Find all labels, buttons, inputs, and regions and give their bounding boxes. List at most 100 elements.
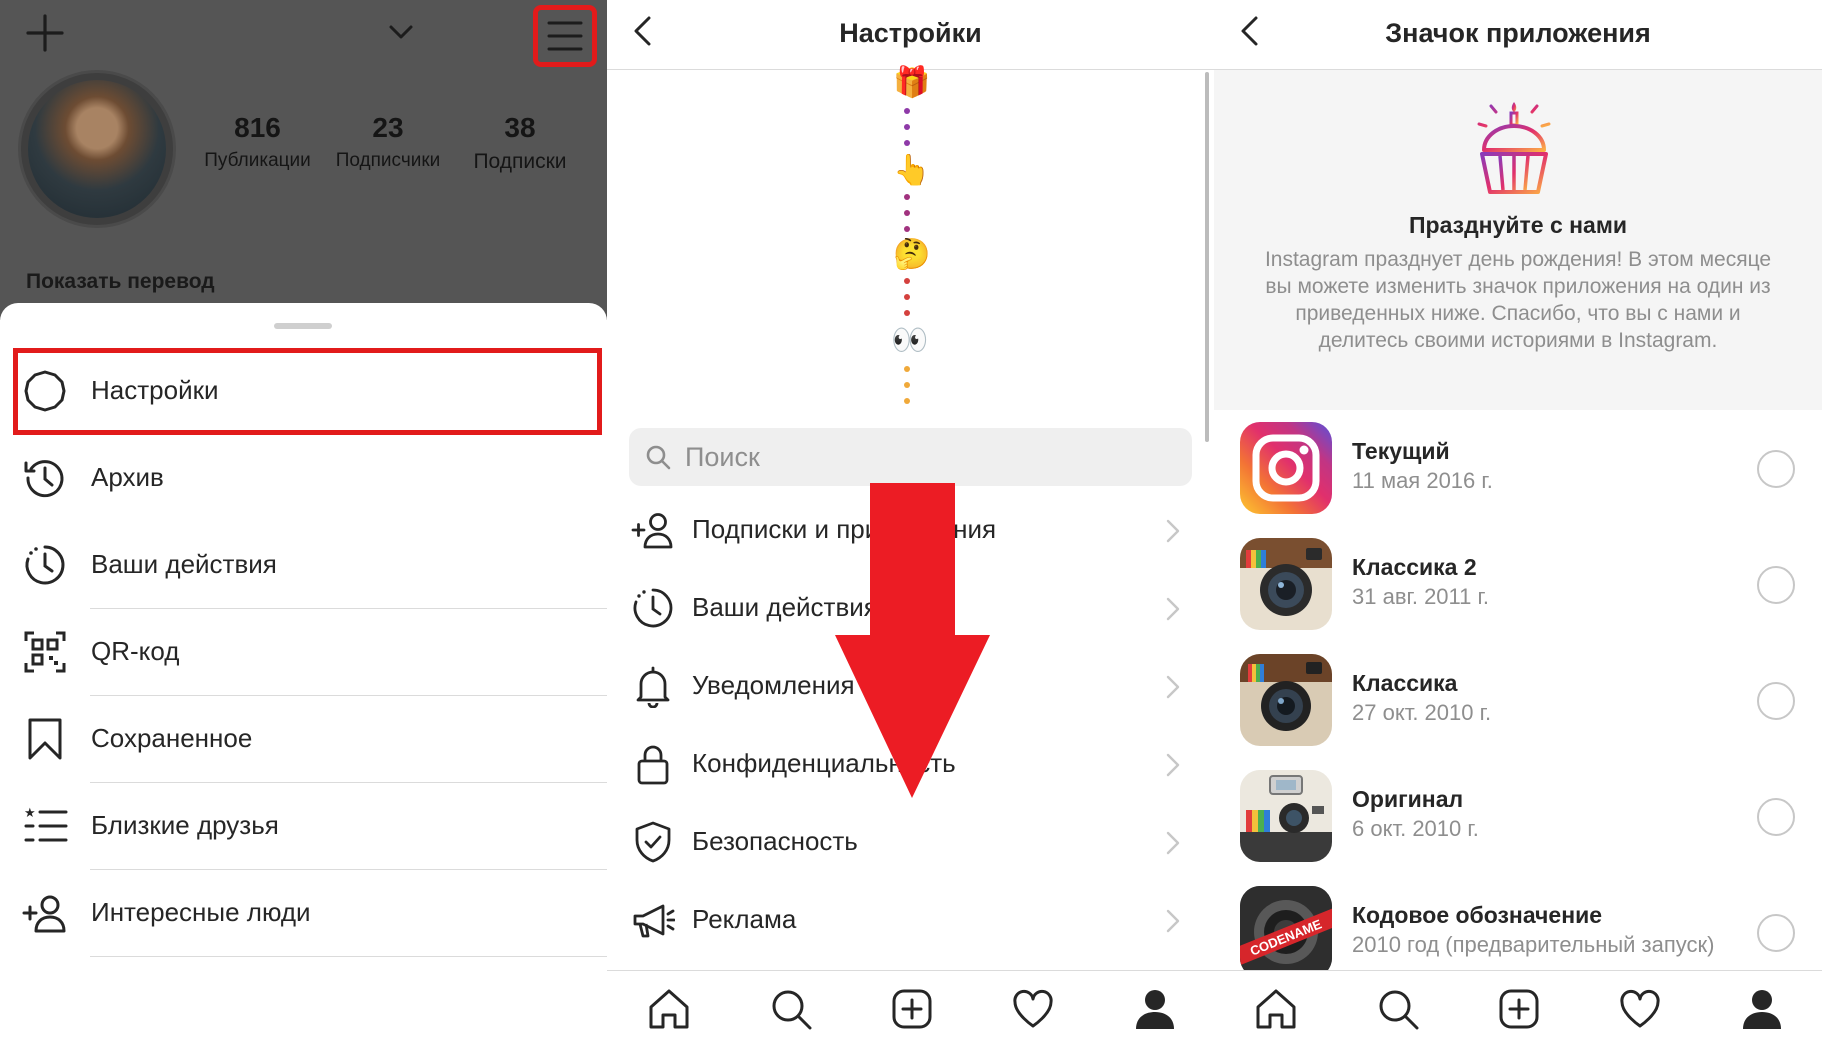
icon-name: Классика (1352, 670, 1458, 696)
menu-item-archive[interactable]: Архив (0, 435, 607, 522)
activity-heart-icon[interactable] (1011, 987, 1055, 1031)
settings-item-label: Уведомления (692, 670, 855, 700)
app-icon-option-current[interactable]: Текущий 11 мая 2016 г. (1214, 410, 1822, 526)
dot (904, 382, 910, 388)
menu-item-your-activity[interactable]: Ваши действия (0, 522, 607, 609)
dot (904, 108, 910, 114)
bookmark-icon (28, 718, 62, 760)
page-title: Значок приложения (1385, 18, 1651, 48)
dot (904, 294, 910, 300)
radio-button[interactable] (1757, 798, 1795, 836)
icon-name: Классика 2 (1352, 554, 1477, 580)
chevron-right-icon (1166, 519, 1180, 543)
tab-bar (1214, 970, 1822, 1043)
chevron-down-icon[interactable] (388, 22, 414, 42)
archive-icon (24, 460, 64, 498)
dot (904, 398, 910, 404)
tab-bar (607, 970, 1214, 1043)
icon-name: Оригинал (1352, 786, 1464, 812)
new-post-icon[interactable] (890, 987, 934, 1031)
radio-button[interactable] (1757, 682, 1795, 720)
stat-followers[interactable]: 23 Подписчики (328, 112, 448, 172)
follow-invite-icon (631, 513, 673, 549)
banner-text: Instagram празднует день рождения! В это… (1264, 248, 1772, 352)
radio-button[interactable] (1757, 450, 1795, 488)
pointing-emoji: 👆 (893, 154, 931, 187)
chevron-right-icon (1166, 831, 1180, 855)
radio-button[interactable] (1757, 566, 1795, 604)
megaphone-icon (633, 904, 675, 938)
dot (904, 278, 910, 284)
home-icon[interactable] (647, 987, 691, 1031)
original-icon (1240, 770, 1332, 862)
menu-item-saved[interactable]: Сохраненное (0, 696, 607, 783)
dot (904, 124, 910, 130)
settings-highlight-box (13, 348, 602, 435)
app-icon-option-classic-2[interactable]: Классика 2 31 авг. 2011 г. (1214, 526, 1822, 642)
separator (90, 956, 607, 957)
menu-item-close-friends[interactable]: ★ Близкие друзья (0, 783, 607, 870)
settings-item-label: Реклама (692, 904, 797, 934)
codename-icon: CODENAME (1240, 886, 1332, 978)
icon-date: 2010 год (предварительный запуск) (1352, 932, 1715, 957)
menu-item-label: Сохраненное (91, 723, 253, 753)
app-icon-panel: Значок приложения Празднуйте с нами Inst… (1214, 0, 1822, 1043)
classic-icon (1240, 654, 1332, 746)
activity-heart-icon[interactable] (1618, 987, 1662, 1031)
celebration-banner: Празднуйте с нами Instagram празднует де… (1214, 70, 1822, 410)
menu-item-discover-people[interactable]: Интересные люди (0, 870, 607, 957)
stat-posts-label: Публикации (204, 150, 311, 171)
dot (904, 366, 910, 372)
home-icon[interactable] (1254, 987, 1298, 1031)
hamburger-icon (547, 21, 583, 51)
app-icon-option-classic[interactable]: Классика 27 окт. 2010 г. (1214, 642, 1822, 758)
new-post-icon[interactable] (1497, 987, 1541, 1031)
menu-item-label: Ваши действия (91, 549, 277, 579)
app-icon-header: Значок приложения (1214, 0, 1822, 70)
app-icon-option-original[interactable]: Оригинал 6 окт. 2010 г. (1214, 758, 1822, 874)
menu-item-qr-code[interactable]: QR-код (0, 609, 607, 696)
avatar[interactable] (28, 80, 166, 218)
sheet-handle[interactable] (274, 323, 332, 329)
lock-icon (637, 745, 669, 785)
radio-button[interactable] (1757, 914, 1795, 952)
settings-item-security[interactable]: Безопасность (607, 804, 1202, 882)
icon-date: 31 авг. 2011 г. (1352, 584, 1489, 609)
dot (904, 226, 910, 232)
qr-code-icon (24, 631, 66, 673)
activity-icon (633, 588, 673, 628)
gift-emoji: 🎁 (893, 66, 931, 99)
classic-2-icon (1240, 538, 1332, 630)
menu-item-label: Близкие друзья (91, 810, 279, 840)
cupcake-icon (1477, 102, 1551, 194)
plus-icon[interactable] (24, 12, 66, 54)
search-input[interactable]: Поиск (629, 428, 1192, 486)
show-translation-link[interactable]: Показать перевод (26, 270, 215, 294)
menu-item-label: QR-код (91, 636, 180, 666)
menu-button[interactable] (533, 5, 597, 67)
settings-item-label: Безопасность (692, 826, 858, 856)
search-icon[interactable] (1376, 987, 1420, 1031)
chevron-right-icon (1166, 753, 1180, 777)
scrollbar[interactable] (1205, 72, 1209, 442)
stat-posts[interactable]: 816 Публикации (200, 112, 315, 172)
banner-heading: Празднуйте с нами (1409, 212, 1627, 238)
search-icon[interactable] (769, 987, 813, 1031)
icon-name: Кодовое обозначение (1352, 902, 1603, 928)
search-placeholder: Поиск (685, 442, 760, 472)
settings-panel: Настройки 🎁 👆 🤔 👀 Поиск Подписки и пригл… (607, 0, 1214, 1043)
instagram-current-icon (1240, 422, 1332, 514)
dot (904, 210, 910, 216)
profile-icon[interactable] (1133, 987, 1177, 1031)
bottom-sheet-menu: Настройки Архив Ваши действия QR-код Сох… (0, 303, 607, 1043)
eyes-emoji: 👀 (891, 324, 929, 357)
stat-following[interactable]: 38 Подписки (460, 112, 580, 174)
icon-date: 27 окт. 2010 г. (1352, 700, 1492, 725)
settings-header: Настройки (607, 0, 1214, 70)
menu-item-label: Архив (91, 462, 164, 492)
profile-menu-panel: 816 Публикации 23 Подписчики 38 Подписки… (0, 0, 607, 1043)
profile-icon[interactable] (1740, 987, 1784, 1031)
chevron-right-icon (1166, 675, 1180, 699)
stat-following-label: Подписки (473, 150, 567, 173)
settings-item-ads[interactable]: Реклама (607, 882, 1202, 960)
